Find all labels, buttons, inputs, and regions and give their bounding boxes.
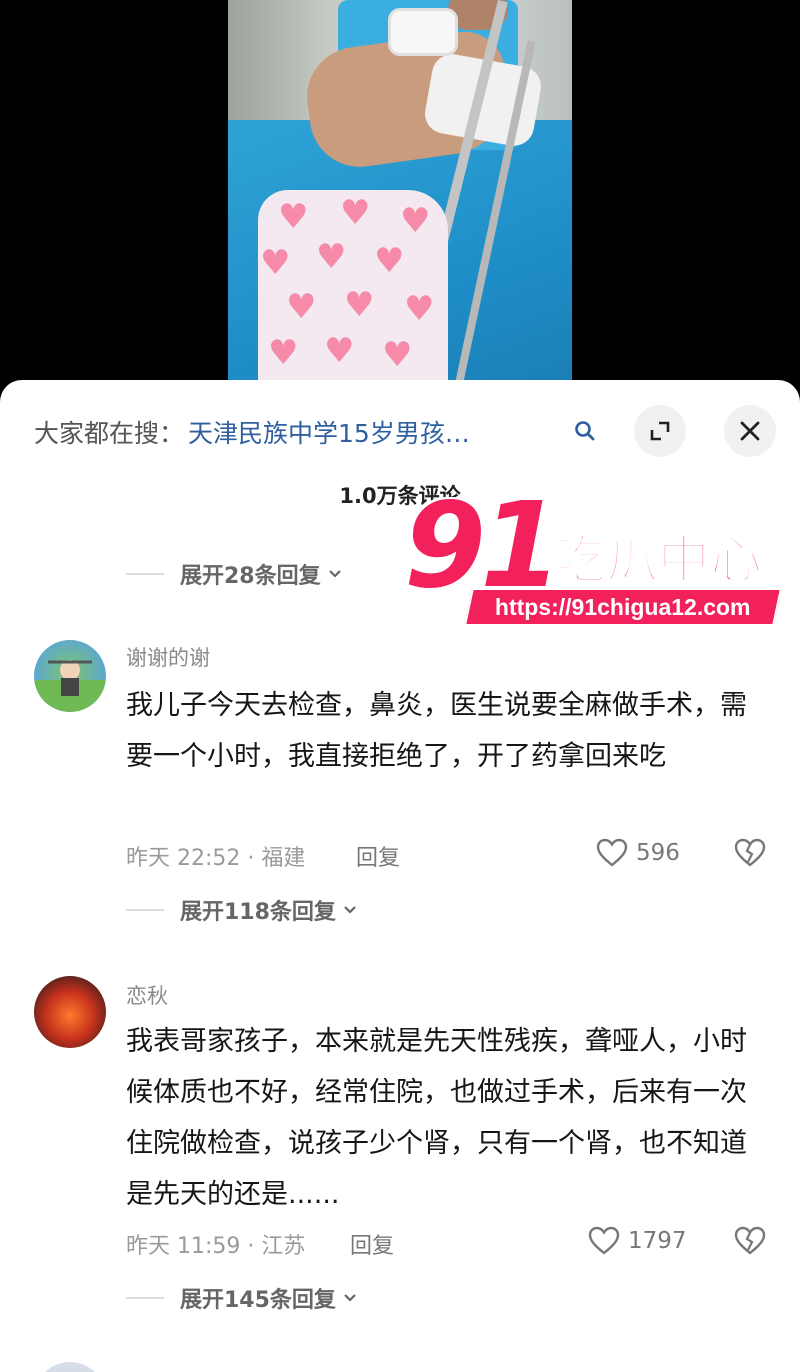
comment-meta: 昨天 22:52 · 福建 — [126, 846, 306, 871]
reply-button[interactable]: 回复 — [356, 840, 400, 872]
search-term[interactable]: 天津民族中学15岁男孩… — [188, 414, 470, 450]
avatar[interactable] — [34, 976, 106, 1048]
video-player[interactable]: ♥ ♥ ♥ ♥ ♥ ♥ ♥ ♥ ♥ ♥ ♥ ♥ — [0, 0, 800, 382]
broken-heart-icon[interactable] — [734, 1226, 766, 1256]
watermark-number: 91 — [404, 476, 562, 614]
divider — [126, 909, 164, 911]
comment-text: 我儿子今天去检查，鼻炎，医生说要全麻做手术，需要一个小时，我直接拒绝了，开了药拿… — [126, 690, 747, 772]
chevron-down-icon — [344, 1294, 356, 1302]
chevron-down-icon — [328, 570, 341, 578]
like-count: 1797 — [628, 1228, 687, 1254]
divider — [126, 1297, 164, 1299]
close-button[interactable] — [724, 405, 776, 457]
watermark-logo: 91 吃瓜中心 https://91chigua12.com — [404, 486, 794, 636]
expand-replies-button[interactable]: 展开118条回复 — [126, 894, 358, 926]
censor-sticker: ♥ ♥ ♥ ♥ ♥ ♥ ♥ ♥ ♥ ♥ ♥ ♥ — [258, 190, 448, 382]
chevron-down-icon — [344, 906, 356, 914]
search-prefix: 大家都在搜： — [34, 419, 185, 448]
watermark-title: 吃瓜中心 — [553, 530, 763, 592]
divider — [126, 573, 164, 575]
avatar[interactable] — [34, 640, 106, 712]
expand-replies-label: 展开118条回复 — [180, 900, 336, 925]
expand-icon — [650, 421, 670, 441]
comment-text: 我表哥家孩子，本来就是先天性残疾，聋哑人，小时候体质也不好，经常住院，也做过手术… — [126, 1026, 747, 1210]
watermark-url-banner: https://91chigua12.com — [463, 588, 783, 626]
video-frame: ♥ ♥ ♥ ♥ ♥ ♥ ♥ ♥ ♥ ♥ ♥ ♥ — [228, 0, 572, 382]
broken-heart-icon[interactable] — [734, 838, 766, 868]
avatar[interactable] — [34, 1362, 106, 1372]
reply-button[interactable]: 回复 — [350, 1228, 394, 1260]
heart-icon[interactable] — [588, 1226, 620, 1256]
username[interactable]: 谢谢的谢 — [126, 642, 210, 672]
search-icon[interactable] — [572, 418, 598, 444]
close-icon — [740, 421, 760, 441]
expand-replies-button[interactable]: 展开28条回复 — [126, 558, 343, 590]
expand-replies-label: 展开145条回复 — [180, 1288, 336, 1313]
heart-icon[interactable] — [596, 838, 628, 868]
comment-meta: 昨天 11:59 · 江苏 — [126, 1234, 306, 1259]
like-count: 596 — [636, 840, 680, 866]
expand-button[interactable] — [634, 405, 686, 457]
expand-replies-label: 展开28条回复 — [180, 564, 321, 589]
search-suggestion[interactable]: 大家都在搜： 天津民族中学15岁男孩… — [34, 412, 470, 452]
watermark-url: https://91chigua12.com — [495, 593, 751, 620]
username[interactable]: 恋秋 — [126, 980, 168, 1010]
expand-replies-button[interactable]: 展开145条回复 — [126, 1282, 358, 1314]
